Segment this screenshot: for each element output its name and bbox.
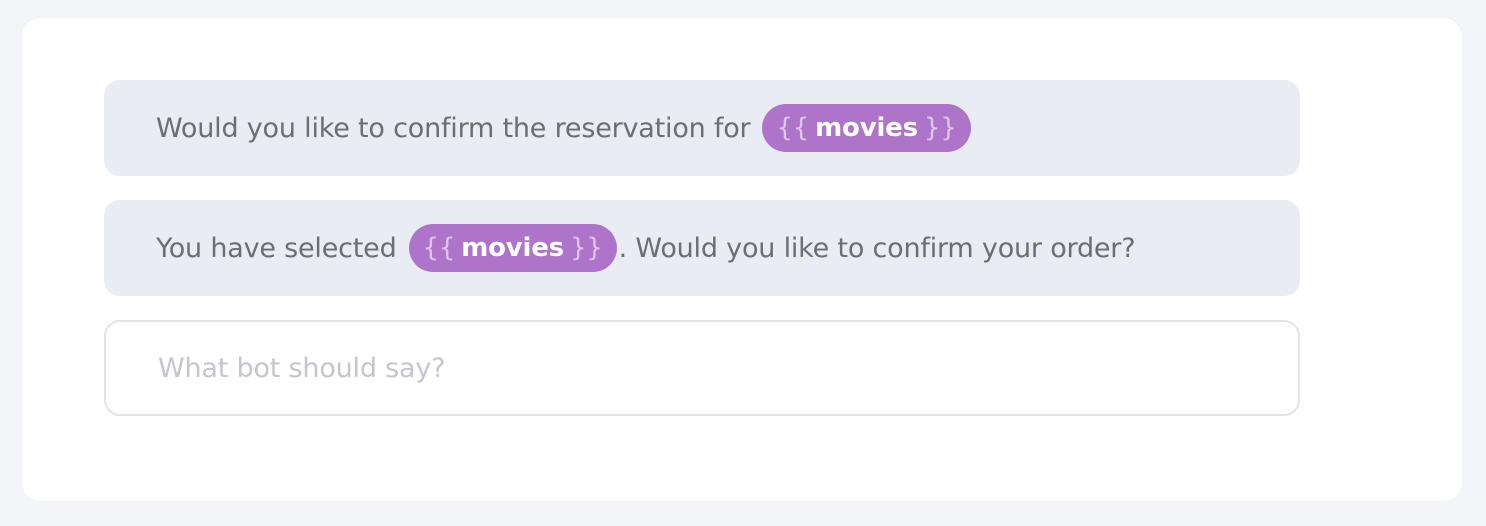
variable-chip-movies[interactable]: {{ movies }} xyxy=(408,224,617,272)
new-response-field[interactable] xyxy=(104,320,1300,416)
response-text-before: You have selected xyxy=(156,232,397,264)
bot-response-input[interactable] xyxy=(156,351,1298,385)
bot-response-2[interactable]: You have selected {{ movies }} . Would y… xyxy=(104,200,1300,296)
variable-close-brace: }} xyxy=(923,113,957,143)
response-text-before: Would you like to confirm the reservatio… xyxy=(156,112,751,144)
bot-response-1[interactable]: Would you like to confirm the reservatio… xyxy=(104,80,1300,176)
variable-open-brace: {{ xyxy=(776,113,810,143)
bot-responses-card: Would you like to confirm the reservatio… xyxy=(22,18,1462,501)
variable-chip-movies[interactable]: {{ movies }} xyxy=(762,104,971,152)
variable-open-brace: {{ xyxy=(422,233,456,263)
response-text-after: . Would you like to confirm your order? xyxy=(618,232,1136,264)
variable-close-brace: }} xyxy=(569,233,603,263)
variable-name: movies xyxy=(815,113,918,143)
variable-name: movies xyxy=(461,233,564,263)
